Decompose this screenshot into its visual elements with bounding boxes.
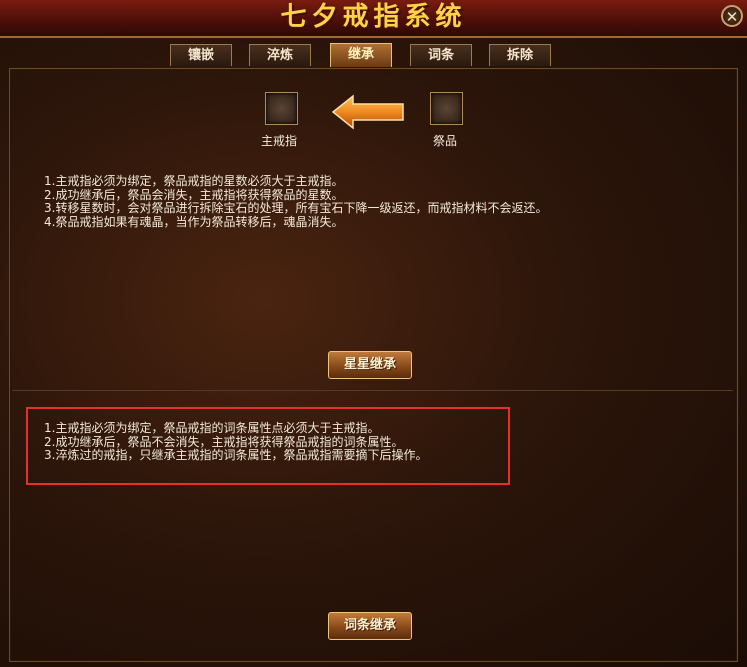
rule-line: 3.转移星数时，会对祭品进行拆除宝石的处理，所有宝石下降一级返还，而戒指材料不会… [44,201,548,215]
rule-line: 1.主戒指必须为绑定，祭品戒指的词条属性点必须大于主戒指。 [44,421,380,435]
rule-line: 4.祭品戒指如果有魂晶，当作为祭品转移后，魂晶消失。 [44,214,344,229]
star-inherit-rules: 1.主戒指必须为绑定，祭品戒指的星数必须大于主戒指。 2.成功继承后，祭品会消失… [44,174,548,229]
main-ring-slot[interactable] [265,92,298,125]
rule-line: 2.成功继承后，祭品不会消失，主戒指将获得祭品戒指的词条属性。 [44,434,404,449]
title-bar: 七夕戒指系统 ✕ [0,0,747,38]
rule-line: 2.成功继承后，祭品会消失，主戒指将获得祭品的星数。 [44,187,344,202]
tab-bar: 镶嵌 淬炼 继承 词条 拆除 [0,43,747,68]
rule-line: 3.淬炼过的戒指，只继承主戒指的词条属性，祭品戒指需要摘下后操作。 [44,448,428,462]
left-arrow-icon [331,94,404,130]
main-ring-label: 主戒指 [261,134,298,148]
affix-inherit-rules: 1.主戒指必须为绑定，祭品戒指的词条属性点必须大于主戒指。 2.成功继承后，祭品… [44,421,428,463]
section-divider [12,390,733,391]
affix-inherit-button[interactable]: 词条继承 [328,612,412,640]
tab-refine[interactable]: 淬炼 [249,44,311,66]
sacrifice-ring-label: 祭品 [433,134,458,148]
tab-inherit[interactable]: 继承 [330,43,392,67]
rule-line: 1.主戒指必须为绑定，祭品戒指的星数必须大于主戒指。 [44,174,344,188]
star-inherit-button[interactable]: 星星继承 [328,351,412,379]
close-icon[interactable]: ✕ [721,5,743,27]
tab-remove[interactable]: 拆除 [489,44,551,66]
window-title: 七夕戒指系统 [280,2,467,32]
sacrifice-ring-slot[interactable] [430,92,463,125]
ring-system-window: 七夕戒指系统 ✕ 镶嵌 淬炼 继承 词条 拆除 主戒指 祭品 1.主戒指必须为绑… [0,0,747,667]
tab-affix[interactable]: 词条 [410,44,472,66]
tab-inlay[interactable]: 镶嵌 [170,44,232,66]
